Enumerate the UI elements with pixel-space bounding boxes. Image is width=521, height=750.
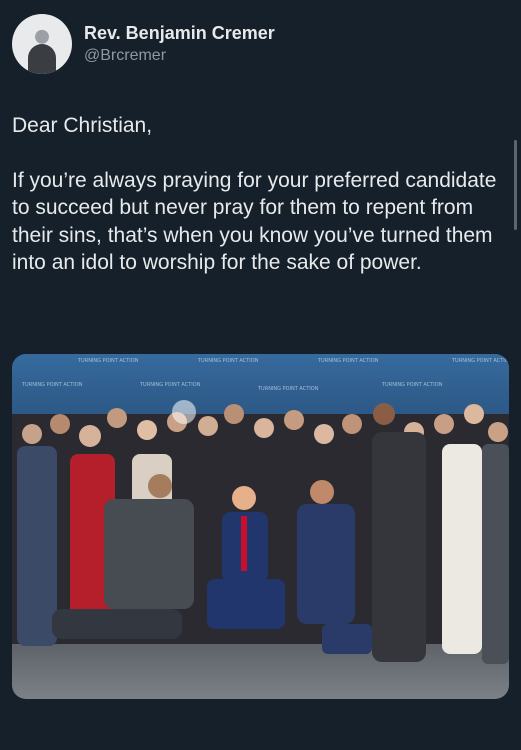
tweet-greeting: Dear Christian, xyxy=(12,114,153,137)
author-handle[interactable]: @Brcremer xyxy=(84,46,275,66)
banner-logo-1: TURNING POINT ACTION xyxy=(77,358,139,364)
banner-logo-4: TURNING POINT ACTION xyxy=(451,358,509,364)
tweet-photo[interactable]: TURNING POINT ACTION TURNING POINT ACTIO… xyxy=(12,354,509,699)
banner-logo-2: TURNING POINT ACTION xyxy=(197,358,259,364)
author-display-name[interactable]: Rev. Benjamin Cremer xyxy=(84,22,275,44)
photo-illustration: TURNING POINT ACTION TURNING POINT ACTIO… xyxy=(12,354,509,699)
banner-logo-5: TURNING POINT ACTION xyxy=(21,382,83,388)
photo-floor xyxy=(12,639,509,699)
tweet-text: Dear Christian, If you’re always praying… xyxy=(12,112,512,277)
banner-logo-6: TURNING POINT ACTION xyxy=(139,382,201,388)
scrollbar-thumb[interactable] xyxy=(514,140,517,230)
banner-logo-8: TURNING POINT ACTION xyxy=(381,382,443,388)
banner-logo-7: TURNING POINT ACTION xyxy=(257,386,319,392)
tweet-body: If you’re always praying for your prefer… xyxy=(12,168,497,275)
tweet-header: Rev. Benjamin Cremer @Brcremer xyxy=(12,14,275,74)
banner-logo-3: TURNING POINT ACTION xyxy=(317,358,379,364)
light-flare xyxy=(172,400,196,424)
author-info: Rev. Benjamin Cremer @Brcremer xyxy=(84,22,275,66)
avatar[interactable] xyxy=(12,14,72,74)
